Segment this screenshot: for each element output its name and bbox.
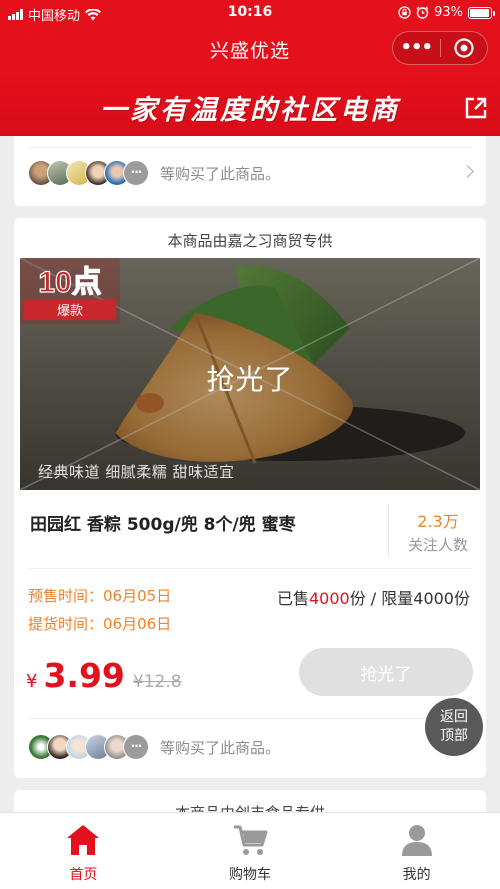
sold-prefix: 已售: [276, 589, 309, 608]
status-bar: 中国移动 10:16 93%: [0, 0, 500, 26]
price-row: ¥ 3.99 ¥12.8: [26, 656, 182, 695]
product-name[interactable]: 田园红 香粽 500g/兜 8个/兜 蜜枣: [30, 510, 296, 535]
more-buyers-icon: ···: [123, 160, 149, 186]
presale-time: 预售时间：06月05日: [28, 585, 171, 606]
tab-home[interactable]: 首页: [0, 813, 167, 889]
product-image[interactable]: 10点 爆款 抢光了 经典味道 细腻柔糯 甜味适宜: [20, 258, 480, 490]
cart-icon: [234, 825, 268, 855]
original-price: ¥12.8: [132, 672, 182, 692]
presale-label: 预售时间：: [28, 587, 104, 605]
slogan-text: 一家有温度的社区电商: [100, 95, 400, 126]
divider: [28, 718, 472, 719]
tab-cart[interactable]: 购物车: [167, 813, 334, 889]
divider: [28, 147, 472, 148]
pickup-time: 提货时间：06月06日: [28, 613, 171, 634]
product-card[interactable]: 本商品由嘉之习商贸专供 10点 爆款 抢光了 经典味道 细腻柔糯 甜味适宜 田园…: [14, 218, 486, 778]
divider: [28, 568, 472, 569]
miniprogram-capsule: •••: [392, 31, 488, 65]
tab-label: 首页: [69, 867, 98, 883]
nav-bar: 兴盛优选 •••: [0, 26, 500, 74]
more-buyers-icon: ···: [123, 734, 149, 760]
pickup-label: 提货时间：: [28, 615, 104, 633]
badge-top-text: 10点: [38, 266, 101, 299]
buyers-text: 等购买了此商品。: [160, 738, 281, 757]
slogan-banner: 一家有温度的社区电商: [0, 74, 500, 136]
buyer-avatars[interactable]: ··· 等购买了此商品。: [28, 734, 280, 760]
battery-icon: [468, 6, 495, 19]
buyers-text: 等购买了此商品。: [160, 164, 281, 183]
badge-10am-hot: 10点 爆款: [20, 258, 120, 324]
buyer-avatars[interactable]: ··· 等购买了此商品。: [28, 160, 280, 186]
badge-bottom-text: 爆款: [57, 304, 83, 319]
sold-info: 已售4000份 / 限量4000份: [277, 585, 470, 609]
back-to-top-button[interactable]: 返回 顶部: [425, 698, 483, 756]
tab-mine[interactable]: 我的: [333, 813, 500, 889]
chevron-right-icon[interactable]: [461, 165, 474, 178]
close-target-icon: [454, 38, 474, 58]
follower-count: 2.3万: [417, 512, 459, 531]
user-icon: [401, 825, 432, 856]
tab-bar: 首页 购物车 我的: [0, 812, 500, 889]
share-icon[interactable]: [464, 96, 488, 120]
divider: [388, 504, 389, 556]
tab-label: 购物车: [229, 867, 271, 883]
back-to-top-line2: 顶部: [440, 728, 468, 744]
sold-count: 4000: [308, 589, 350, 608]
sold-suffix: 份 / 限量4000份: [349, 589, 470, 608]
back-to-top-line1: 返回: [440, 709, 468, 725]
close-miniprogram-button[interactable]: [441, 37, 488, 59]
battery-percent: 93%: [434, 5, 463, 20]
presale-date: 06月05日: [103, 587, 172, 605]
image-tagline: 经典味道 细腻柔糯 甜味适宜: [38, 463, 235, 481]
buy-button[interactable]: 抢光了: [299, 648, 473, 696]
pickup-date: 06月06日: [103, 615, 172, 633]
soldout-label: 抢光了: [206, 363, 294, 396]
current-price: 3.99: [43, 656, 125, 695]
alarm-icon: [416, 6, 429, 19]
follower-label: 关注人数: [407, 536, 468, 554]
previous-product-card: ··· 等购买了此商品。: [14, 136, 486, 206]
home-icon: [67, 825, 100, 855]
currency-symbol: ¥: [26, 671, 38, 692]
tab-label: 我的: [402, 867, 431, 883]
supplier-text: 本商品由嘉之习商贸专供: [167, 232, 333, 250]
more-menu-button[interactable]: •••: [393, 33, 440, 63]
rotation-lock-icon: [398, 6, 411, 19]
